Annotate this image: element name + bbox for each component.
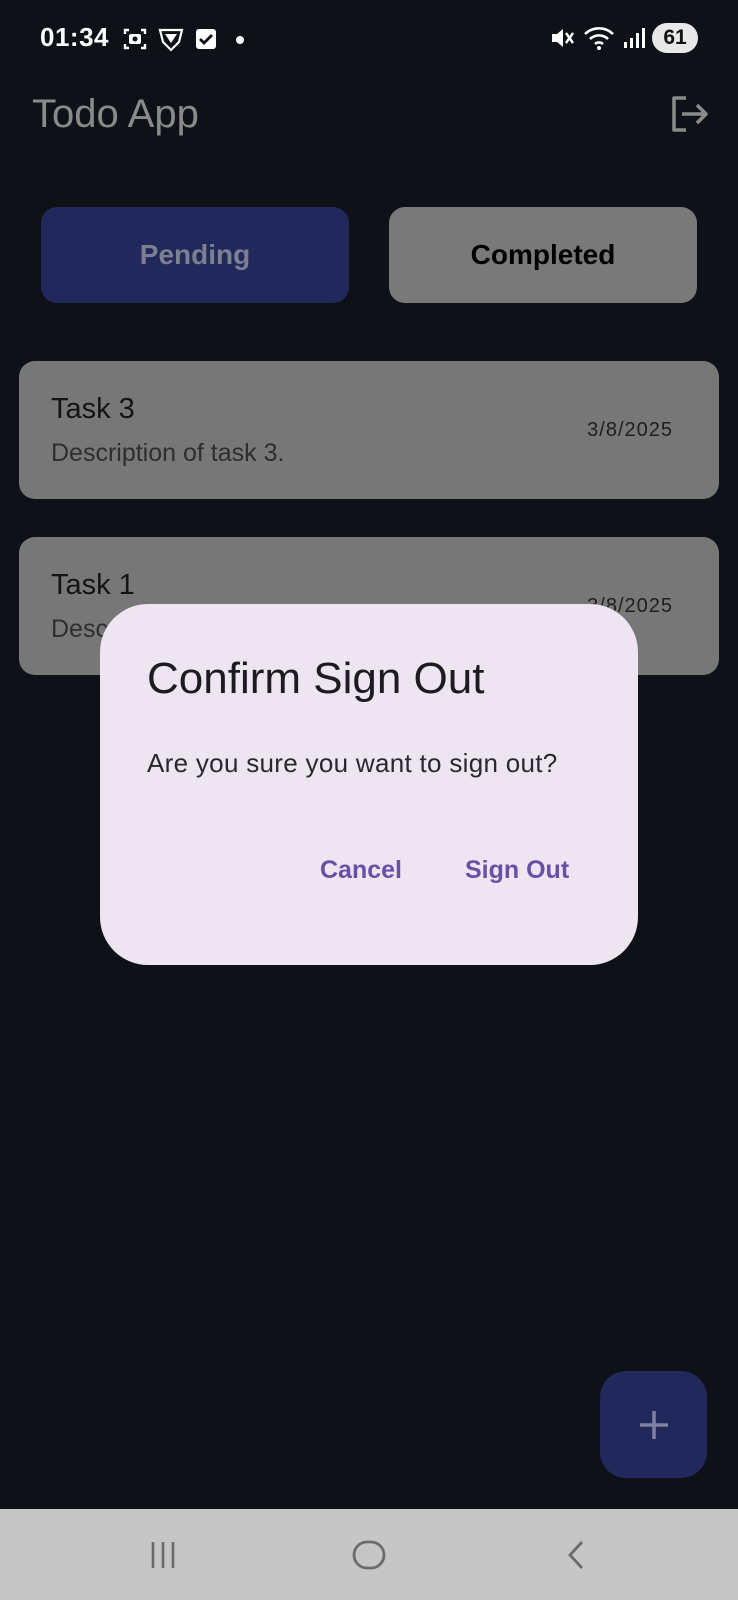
- task-title: Task 1: [51, 569, 135, 601]
- wifi-icon: [584, 27, 614, 50]
- recent-apps-icon: [151, 1542, 175, 1568]
- dialog-title: Confirm Sign Out: [147, 654, 485, 703]
- sign-out-icon[interactable]: [664, 90, 712, 138]
- task-card[interactable]: Task 3 Description of task 3. 3/8/2025: [19, 361, 719, 499]
- task-date: 3/8/2025: [587, 419, 673, 441]
- home-button[interactable]: [345, 1531, 393, 1579]
- app-bar: Todo App: [0, 78, 738, 194]
- status-bar: 01:34 61: [0, 0, 738, 78]
- dialog-message: Are you sure you want to sign out?: [147, 748, 558, 778]
- signal-icon: [624, 28, 645, 48]
- cancel-button[interactable]: Cancel: [320, 856, 402, 885]
- mute-icon: [552, 29, 574, 47]
- tab-pending[interactable]: Pending: [41, 207, 349, 303]
- notification-icons: [122, 24, 248, 54]
- tab-completed[interactable]: Completed: [389, 207, 697, 303]
- checkbox-app-icon: [196, 29, 216, 49]
- home-icon: [352, 1540, 386, 1570]
- notification-dot-icon: [236, 36, 244, 44]
- back-button[interactable]: [553, 1531, 601, 1579]
- battery-level: 61: [652, 23, 698, 53]
- back-icon: [568, 1541, 584, 1569]
- system-icons: 61: [548, 22, 698, 54]
- screenshot-icon: [123, 28, 147, 50]
- status-time: 01:34: [40, 22, 109, 52]
- shield-app-icon: [158, 28, 184, 52]
- app-title: Todo App: [32, 92, 199, 136]
- confirm-sign-out-dialog: Confirm Sign Out Are you sure you want t…: [100, 604, 638, 965]
- task-description: Description of task 3.: [51, 439, 285, 467]
- add-task-button[interactable]: [600, 1371, 707, 1478]
- task-title: Task 3: [51, 393, 135, 425]
- recent-apps-button[interactable]: [139, 1531, 187, 1579]
- sign-out-button[interactable]: Sign Out: [465, 856, 569, 885]
- plus-icon: [639, 1410, 668, 1439]
- app-screen: 01:34 61 Todo App Pending Completed Task…: [0, 0, 738, 1600]
- system-nav-bar: [0, 1509, 738, 1600]
